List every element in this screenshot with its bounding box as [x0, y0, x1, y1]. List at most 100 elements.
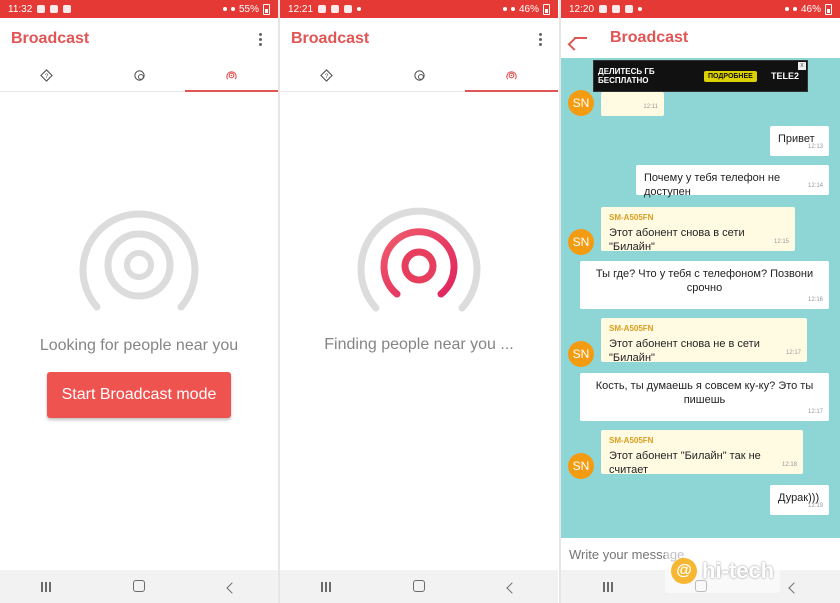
ad-text: ДЕЛИТЕСЬ ГБ БЕСПЛАТНО: [598, 67, 655, 85]
tab-broadcast[interactable]: [465, 60, 558, 92]
message-time: 12:14: [807, 183, 823, 189]
status-time: 12:20: [569, 3, 595, 15]
tab-broadcast[interactable]: [185, 60, 278, 92]
radar-animated-icon: [357, 207, 481, 312]
app-bar: Broadcast: [280, 18, 558, 60]
tab-chats[interactable]: [93, 60, 186, 91]
system-nav-bar: [0, 570, 278, 603]
system-nav-bar: [280, 570, 558, 603]
back-button[interactable]: [492, 579, 532, 595]
app-title: Broadcast: [610, 29, 689, 46]
ad-banner[interactable]: ДЕЛИТЕСЬ ГБ БЕСПЛАТНО ПОДРОБНЕЕ TELE2 x: [593, 60, 808, 92]
recents-button[interactable]: [26, 579, 66, 595]
close-icon[interactable]: x: [798, 62, 806, 70]
app-bar: Broadcast: [0, 18, 278, 60]
chat-bubbles-icon: [133, 70, 145, 81]
message-sender: SM-A505FN: [609, 213, 654, 222]
more-notifications-icon: [357, 7, 362, 11]
message-text: Ты где? Что у тебя с телефоном? Позвони …: [595, 268, 814, 294]
notification-icon: [50, 5, 59, 13]
message-time: 12:13: [807, 144, 823, 150]
message-incoming: SM-A505FN Этот абонент "Билайн" так не с…: [601, 430, 803, 476]
message-text: Почему у тебя телефон не доступен: [644, 172, 781, 198]
message-outgoing: Дурак))) 12:19: [770, 485, 829, 515]
message-time: 12:11: [643, 104, 658, 110]
recents-button[interactable]: [306, 579, 346, 595]
tab-help[interactable]: ?: [280, 60, 373, 91]
message-incoming: 12:11: [601, 92, 664, 116]
battery-percent: 46%: [800, 3, 821, 15]
notification-icon: [599, 5, 608, 13]
message-time: 12:18: [781, 462, 797, 468]
image-icon: [63, 5, 72, 13]
chat-bubbles-icon: [413, 70, 425, 81]
screen-broadcast-idle: 11:32 55% Broadcast ? Looking for people: [0, 0, 278, 603]
message-incoming: SM-A505FN Этот абонент снова в сети "Бил…: [601, 207, 795, 253]
broadcast-icon: [226, 71, 237, 80]
message-time: 12:19: [807, 503, 823, 509]
message-sender: SM-A505FN: [609, 436, 654, 445]
message-text: Кость, ты думаешь я совсем ку-ку? Это ты…: [595, 380, 814, 406]
recents-button[interactable]: [588, 579, 628, 595]
broadcast-icon: [506, 71, 517, 80]
back-button[interactable]: [212, 579, 252, 595]
message-outgoing: Почему у тебя телефон не доступен 12:14: [636, 165, 829, 198]
ad-brand: TELE2: [770, 71, 799, 81]
message-time: 12:17: [807, 409, 823, 415]
notification-icon: [318, 5, 327, 13]
home-button[interactable]: [119, 579, 159, 595]
message-text: Этот абонент снова в сети "Билайн": [609, 227, 745, 253]
avatar: SN: [568, 341, 594, 367]
status-bar: 12:21 46%: [280, 0, 558, 18]
youtube-icon: [625, 5, 634, 13]
message-time: 12:15: [773, 239, 789, 245]
battery-percent: 55%: [238, 3, 259, 15]
battery-icon: [543, 3, 550, 15]
battery-icon: [825, 3, 832, 15]
home-button[interactable]: [399, 579, 439, 595]
wifi-icon: [222, 7, 227, 11]
screen-broadcast-searching: 12:21 46% Broadcast ? Finding people nea…: [280, 0, 558, 603]
signal-icon: [510, 7, 515, 11]
ad-button[interactable]: ПОДРОБНЕЕ: [704, 70, 757, 82]
status-bar: 12:20 46%: [561, 0, 840, 18]
message-incoming: SM-A505FN Этот абонент снова не в сети "…: [601, 318, 807, 364]
tab-chats[interactable]: [373, 60, 466, 91]
watermark: @ hi-tech: [665, 549, 781, 593]
message-outgoing: Привет 12:13: [770, 126, 829, 156]
chat-messages[interactable]: ДЕЛИТЕСЬ ГБ БЕСПЛАТНО ПОДРОБНЕЕ TELE2 x …: [561, 58, 840, 538]
more-options-icon[interactable]: [533, 29, 547, 49]
message-time: 12:17: [785, 350, 801, 356]
watermark-text: hi-tech: [702, 558, 775, 583]
back-arrow-icon[interactable]: [572, 29, 590, 47]
signal-icon: [792, 7, 797, 11]
battery-icon: [263, 3, 270, 15]
tab-bar: ?: [280, 60, 558, 92]
tab-help[interactable]: ?: [0, 60, 93, 91]
avatar: SN: [568, 90, 594, 116]
status-caption: Finding people near you ...: [324, 336, 514, 353]
question-icon: ?: [319, 69, 333, 82]
avatar: SN: [568, 229, 594, 255]
app-title: Broadcast: [11, 30, 90, 47]
battery-percent: 46%: [518, 3, 539, 15]
status-caption: Looking for people near you: [39, 337, 239, 354]
message-outgoing: Кость, ты думаешь я совсем ку-ку? Это ты…: [580, 373, 829, 421]
status-time: 12:21: [288, 3, 314, 15]
more-options-icon[interactable]: [253, 29, 267, 49]
start-broadcast-button[interactable]: Start Broadcast mode: [47, 372, 231, 418]
message-text: Этот абонент снова не в сети "Билайн": [609, 338, 760, 364]
app-title: Broadcast: [291, 30, 370, 47]
youtube-icon: [331, 5, 340, 13]
message-text: Этот абонент "Билайн" так не считает: [609, 450, 761, 476]
status-time: 11:32: [8, 3, 33, 15]
message-sender: SM-A505FN: [609, 324, 654, 333]
watermark-logo-icon: @: [671, 558, 697, 584]
youtube-icon: [344, 5, 353, 13]
status-bar: 11:32 55%: [0, 0, 278, 18]
wifi-icon: [502, 7, 507, 11]
svg-text:?: ?: [325, 73, 329, 80]
app-bar: Broadcast: [561, 18, 840, 58]
more-notifications-icon: [638, 7, 643, 11]
youtube-icon: [612, 5, 621, 13]
